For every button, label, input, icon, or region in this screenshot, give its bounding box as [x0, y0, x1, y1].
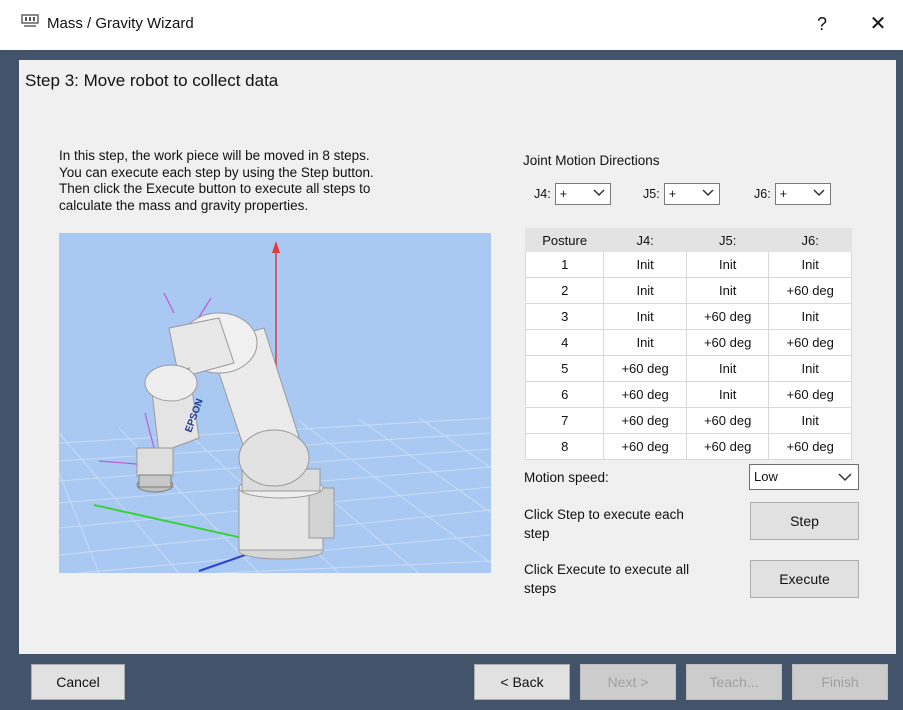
- posture-table: Posture J4: J5: J6: 1 Init Init Init 2 Init I…: [524, 228, 852, 460]
- column-header: J6:: [768, 228, 852, 252]
- step-button[interactable]: Step: [750, 502, 859, 540]
- table-cell: +60 deg: [768, 433, 852, 460]
- j5-direction-value: +: [668, 187, 676, 201]
- table-row[interactable]: 7 +60 deg +60 deg Init: [524, 407, 852, 434]
- table-cell: Init: [603, 251, 687, 278]
- table-cell: Init: [768, 303, 852, 330]
- teach-button[interactable]: Teach...: [686, 664, 782, 700]
- table-cell: Init: [768, 355, 852, 382]
- j5-label: J5:: [643, 187, 660, 201]
- robot-3d-viewport[interactable]: EPSON: [59, 233, 491, 573]
- table-row[interactable]: 3 Init +60 deg Init: [524, 303, 852, 330]
- j4-direction-dropdown[interactable]: +: [554, 183, 611, 205]
- motion-speed-label: Motion speed:: [524, 470, 609, 485]
- j5-direction-dropdown[interactable]: +: [663, 183, 720, 205]
- instruction-line: calculate the mass and gravity propertie…: [59, 197, 309, 213]
- j6-selector: J6: +: [754, 183, 831, 205]
- joint-motion-label: Joint Motion Directions: [523, 153, 660, 168]
- cancel-button[interactable]: Cancel: [31, 664, 125, 700]
- table-cell: 5: [524, 355, 605, 382]
- table-cell: +60 deg: [603, 407, 687, 434]
- table-cell: 4: [524, 329, 605, 356]
- column-header: J4:: [603, 228, 687, 252]
- table-cell: Init: [603, 329, 687, 356]
- execute-help-text: Click Execute to execute all steps: [524, 560, 724, 598]
- title-bar: Mass / Gravity Wizard ? ✕: [0, 0, 903, 50]
- table-cell: 1: [524, 251, 605, 278]
- z-axis-arrow: [272, 241, 280, 253]
- j6-direction-value: +: [779, 187, 787, 201]
- j6-direction-dropdown[interactable]: +: [774, 183, 831, 205]
- table-header-row: Posture J4: J5: J6:: [524, 228, 852, 252]
- table-row[interactable]: 5 +60 deg Init Init: [524, 355, 852, 382]
- table-cell: +60 deg: [685, 329, 770, 356]
- table-cell: +60 deg: [603, 433, 687, 460]
- table-cell: 3: [524, 303, 605, 330]
- table-cell: Init: [685, 277, 770, 304]
- j4-selector: J4: +: [534, 183, 611, 205]
- chevron-down-icon: [813, 189, 825, 197]
- execute-button[interactable]: Execute: [750, 560, 859, 598]
- table-cell: +60 deg: [603, 381, 687, 408]
- step-help-text: Click Step to execute each step: [524, 505, 724, 543]
- robot-scene: EPSON: [59, 241, 491, 573]
- execute-help-line: Click Execute to execute all: [524, 562, 690, 577]
- app-icon: [21, 14, 39, 27]
- wizard-window: Mass / Gravity Wizard ? ✕ Step 3: Move r…: [0, 0, 903, 710]
- chevron-down-icon: [593, 189, 605, 197]
- finish-button[interactable]: Finish: [792, 664, 888, 700]
- table-cell: +60 deg: [768, 329, 852, 356]
- table-cell: 7: [524, 407, 605, 434]
- table-cell: +60 deg: [685, 407, 770, 434]
- window-title: Mass / Gravity Wizard: [47, 15, 194, 32]
- instructions-text: In this step, the work piece will be mov…: [59, 148, 479, 214]
- table-row[interactable]: 6 +60 deg Init +60 deg: [524, 381, 852, 408]
- help-button[interactable]: ?: [808, 10, 836, 38]
- table-cell: Init: [685, 381, 770, 408]
- close-button[interactable]: ✕: [864, 10, 892, 38]
- table-cell: 6: [524, 381, 605, 408]
- j5-selector: J5: +: [643, 183, 720, 205]
- chevron-down-icon: [702, 189, 714, 197]
- wizard-panel: Step 3: Move robot to collect data In th…: [19, 60, 896, 654]
- table-cell: Init: [768, 251, 852, 278]
- j6-label: J6:: [754, 187, 771, 201]
- table-cell: +60 deg: [768, 381, 852, 408]
- table-row[interactable]: 8 +60 deg +60 deg +60 deg: [524, 433, 852, 460]
- table-cell: Init: [768, 407, 852, 434]
- j4-direction-value: +: [559, 187, 567, 201]
- motion-speed-dropdown[interactable]: Low: [749, 464, 859, 490]
- table-cell: 2: [524, 277, 605, 304]
- table-cell: +60 deg: [768, 277, 852, 304]
- table-row[interactable]: 4 Init +60 deg +60 deg: [524, 329, 852, 356]
- back-button[interactable]: < Back: [474, 664, 570, 700]
- table-cell: +60 deg: [685, 433, 770, 460]
- execute-help-line: steps: [524, 581, 557, 596]
- next-button[interactable]: Next >: [580, 664, 676, 700]
- step-help-line: step: [524, 526, 550, 541]
- step-title: Step 3: Move robot to collect data: [25, 71, 279, 90]
- motion-speed-value: Low: [754, 469, 778, 484]
- table-cell: Init: [685, 355, 770, 382]
- table-cell: 8: [524, 433, 605, 460]
- column-header: Posture: [524, 228, 605, 252]
- table-row[interactable]: 1 Init Init Init: [524, 251, 852, 278]
- instruction-line: Then click the Execute button to execute…: [59, 181, 371, 196]
- table-cell: Init: [603, 277, 687, 304]
- table-cell: Init: [685, 251, 770, 278]
- step-help-line: Click Step to execute each: [524, 507, 684, 522]
- table-row[interactable]: 2 Init Init +60 deg: [524, 277, 852, 304]
- instruction-line: In this step, the work piece will be mov…: [59, 148, 370, 163]
- table-cell: +60 deg: [685, 303, 770, 330]
- j4-label: J4:: [534, 187, 551, 201]
- table-cell: +60 deg: [603, 355, 687, 382]
- column-header: J5:: [685, 228, 770, 252]
- table-cell: Init: [603, 303, 687, 330]
- chevron-down-icon: [838, 473, 852, 482]
- instruction-line: You can execute each step by using the S…: [59, 164, 374, 180]
